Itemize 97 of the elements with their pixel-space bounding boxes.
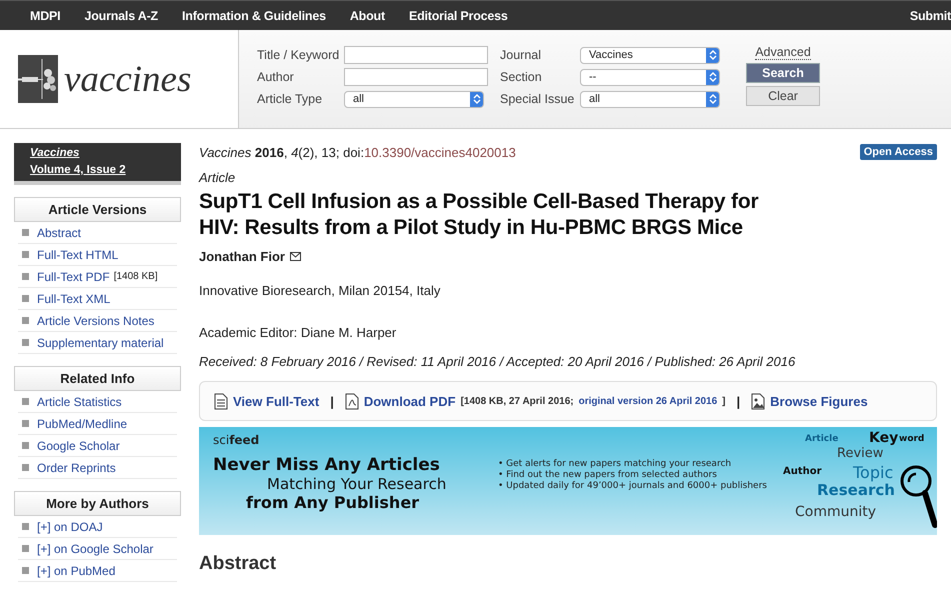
chevron-icon	[472, 93, 480, 105]
bullet-icon	[22, 523, 29, 530]
section-header: Related Info	[14, 366, 181, 391]
cloud-word: word	[899, 435, 924, 444]
cloud-word: Review	[837, 447, 884, 460]
sidebar-link[interactable]: Google Scholar	[37, 438, 120, 452]
affiliation: Innovative Bioresearch, Milan 20154, Italy	[199, 283, 442, 298]
bullet-icon	[22, 567, 29, 574]
field-label: Author	[257, 70, 295, 84]
section-heading: Abstract	[199, 553, 278, 575]
nav-link[interactable]: Submit	[910, 8, 951, 22]
banner-headline: from Any Publisher	[246, 493, 420, 512]
bullet-icon	[22, 442, 29, 449]
select-field[interactable]: all	[344, 90, 484, 108]
search-button[interactable]: Search	[746, 63, 820, 83]
chevron-icon	[708, 71, 716, 83]
bullet-icon	[22, 295, 29, 302]
sidebar-link[interactable]: Article Versions Notes	[37, 314, 154, 328]
select-field[interactable]: --	[580, 68, 720, 86]
brand-logo: scifeed	[213, 433, 260, 447]
journal-link[interactable]: Vaccines	[30, 147, 165, 159]
nav-link[interactable]: MDPI	[30, 8, 60, 22]
original-version-link[interactable]: original version 26 April 2016	[578, 396, 718, 406]
chevron-icon	[708, 93, 716, 105]
sidebar-link[interactable]: Abstract	[37, 226, 82, 240]
section-header: Article Versions	[14, 197, 181, 222]
field-label: Article Type	[257, 92, 324, 106]
sidebar-link[interactable]: [+] on DOAJ	[37, 520, 103, 534]
bullet-icon	[22, 273, 29, 280]
bullet-icon	[22, 339, 29, 346]
pdf-info: ]	[722, 396, 726, 406]
field-label: Section	[500, 70, 543, 84]
bullet-icon	[22, 545, 29, 552]
citation: Vaccines 2016, 4(2), 13; doi:	[199, 144, 364, 160]
nav-link[interactable]: Editorial Process	[408, 8, 508, 22]
cloud-word: Key	[869, 431, 898, 445]
nav-link[interactable]: Journals A-Z	[84, 8, 158, 22]
sidebar-link[interactable]: Full-Text HTML	[37, 248, 118, 262]
sidebar-link[interactable]: Supplementary material	[37, 336, 164, 350]
academic-editor: Academic Editor: Diane M. Harper	[199, 325, 398, 340]
field-label: Journal	[500, 48, 542, 62]
bullet-icon	[22, 229, 29, 236]
banner-headline: Matching Your Research	[267, 475, 448, 493]
sidebar-link[interactable]: Article Statistics	[37, 394, 122, 408]
cloud-word: Topic	[853, 465, 894, 481]
nav-link[interactable]: Information & Guidelines	[182, 8, 326, 22]
field-label: Title / Keyword	[257, 48, 340, 62]
file-size: [1408 KB]	[114, 271, 158, 282]
sidebar-link[interactable]: Full-Text XML	[37, 292, 110, 306]
pdf-info: [1408 KB, 27 April 2016;	[460, 396, 574, 406]
nav-link[interactable]: About	[350, 8, 385, 22]
document-icon	[214, 392, 228, 410]
banner-bullet: • Find out the new papers from selected authors	[498, 470, 718, 480]
download-pdf-link[interactable]: Download PDF	[364, 394, 456, 408]
text-field[interactable]	[344, 68, 488, 86]
banner-bullet: • Get alerts for new papers matching your research	[498, 459, 732, 469]
browse-figures-link[interactable]: Browse Figures	[770, 394, 868, 408]
scifeed-banner[interactable]	[199, 427, 937, 535]
text-field[interactable]	[344, 46, 488, 64]
syringe-icon	[18, 55, 58, 103]
cloud-word: Research	[817, 483, 895, 498]
issue-link[interactable]: Volume 4, Issue 2	[30, 164, 165, 176]
select-field[interactable]: Vaccines	[580, 46, 720, 64]
author-name[interactable]: Jonathan Fior	[199, 249, 285, 264]
separator: |	[736, 394, 740, 408]
open-access-badge: Open Access	[860, 144, 937, 160]
sidebar-link[interactable]: Order Reprints	[37, 460, 116, 474]
section-header: More by Authors	[14, 491, 181, 516]
pdf-icon	[344, 392, 359, 410]
bullet-icon	[22, 317, 29, 324]
cloud-word: Author	[783, 467, 822, 477]
sidebar-link[interactable]: PubMed/Medline	[37, 416, 128, 430]
cloud-word: Community	[795, 505, 876, 519]
article-type: Article	[199, 170, 236, 185]
image-icon	[751, 392, 766, 410]
chevron-icon	[708, 49, 716, 61]
field-label: Special Issue	[500, 92, 576, 106]
banner-headline: Never Miss Any Articles	[213, 455, 441, 475]
sidebar-link[interactable]: Full-Text PDF	[37, 270, 110, 284]
bullet-icon	[22, 464, 29, 471]
view-full-text-link[interactable]: View Full-Text	[233, 394, 320, 408]
article-title: SupT1 Cell Infusion as a Possible Cell-Based Therapy for HIV: Results from a Pilot Study in Hu-PBMC BRGS Mice	[199, 189, 760, 241]
bullet-icon	[22, 420, 29, 427]
bullet-icon	[22, 251, 29, 258]
envelope-icon[interactable]	[290, 252, 301, 261]
publication-dates: Received: 8 February 2016 / Revised: 11 April 2016 / Accepted: 20 April 2016 / Published: 26 April 2016	[199, 354, 796, 369]
advanced-search-link[interactable]: Advanced	[755, 45, 811, 60]
bullet-icon	[22, 398, 29, 405]
select-field[interactable]: all	[580, 90, 720, 108]
separator: |	[330, 394, 334, 408]
doi-link[interactable]: 10.3390/vaccines4020013	[364, 144, 516, 160]
sidebar-link[interactable]: [+] on Google Scholar	[37, 542, 154, 556]
cloud-word: Article	[805, 435, 838, 444]
clear-button[interactable]: Clear	[746, 86, 820, 106]
sidebar-link[interactable]: [+] on PubMed	[37, 564, 116, 578]
banner-bullet: • Updated daily for 49’000+ journals and 6000+ publishers	[498, 481, 767, 491]
magnifier-icon	[899, 463, 937, 529]
